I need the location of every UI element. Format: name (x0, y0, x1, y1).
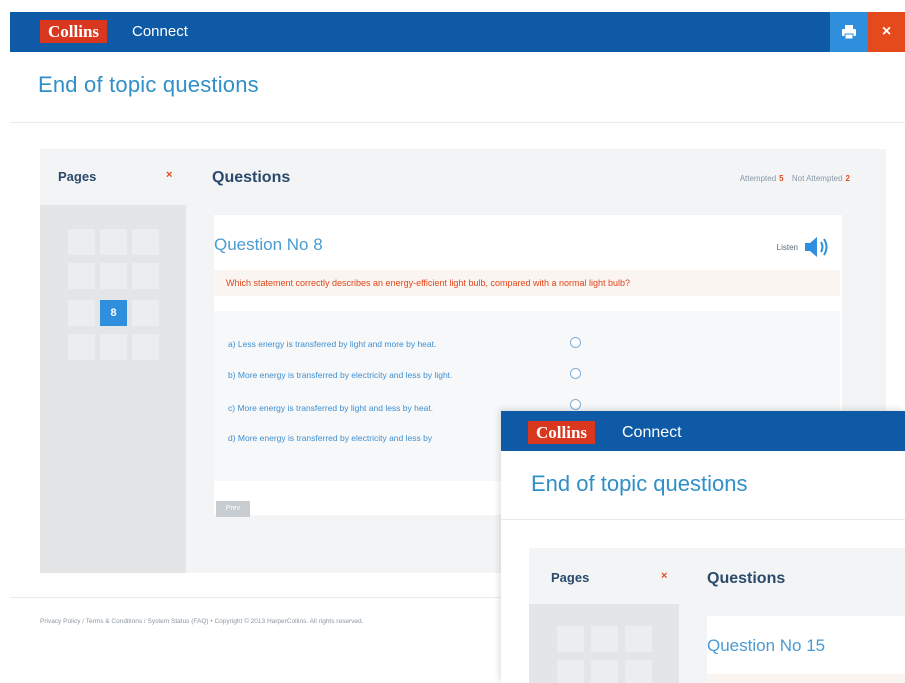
answer-option-c[interactable]: c) More energy is transferred by light a… (228, 403, 433, 413)
front-quiz-panel: Pages × Questions Question No 15 We are … (529, 548, 905, 683)
page-cell-active[interactable]: 8 (100, 300, 127, 326)
listen-label[interactable]: Listen (777, 243, 798, 252)
page-cell[interactable] (591, 626, 618, 652)
top-bar: Collins Connect × (10, 12, 905, 52)
front-questions-heading: Questions (707, 570, 786, 587)
page-cell[interactable] (625, 660, 652, 683)
attempted-label: Attempted (739, 174, 777, 183)
front-top-bar: Collins Connect (501, 411, 905, 451)
answer-option-b[interactable]: b) More energy is transferred by electri… (228, 370, 452, 380)
front-pages-close-icon[interactable]: × (661, 570, 667, 582)
page-cell[interactable] (68, 229, 95, 255)
page-cell[interactable] (68, 263, 95, 289)
pages-header: Pages × (40, 149, 186, 205)
product-name: Connect (132, 23, 188, 40)
page-cell[interactable] (68, 334, 95, 360)
footer-links[interactable]: Privacy Policy / Terms & Conditions / Sy… (40, 618, 363, 625)
question-text: Which statement correctly describes an e… (214, 270, 840, 296)
collins-logo: Collins (40, 20, 108, 43)
page-cell[interactable] (132, 334, 159, 360)
attempt-status: Attempted 5 Not Attempted 2 (740, 174, 856, 183)
answer-option-a[interactable]: a) Less energy is transferred by light a… (228, 339, 436, 349)
front-collins-logo: Collins (528, 421, 596, 444)
pages-grid: 8 (40, 205, 186, 573)
page-cell[interactable] (132, 263, 159, 289)
page-cell[interactable] (100, 229, 127, 255)
page-cell[interactable] (591, 660, 618, 683)
page-title: End of topic questions (38, 72, 259, 97)
page-cell[interactable] (100, 263, 127, 289)
prev-button[interactable]: Prev (216, 501, 250, 517)
page-cell[interactable] (132, 300, 159, 326)
question-number: Question No 8 (214, 235, 323, 254)
close-button[interactable]: × (868, 12, 905, 52)
front-question-text: We are looking for the best exp (707, 674, 905, 683)
front-window: Collins Connect End of topic questions P… (501, 411, 905, 683)
answer-option-d[interactable]: d) More energy is transferred by electri… (228, 433, 432, 443)
answer-radio-c[interactable] (570, 399, 581, 410)
front-product-name: Connect (622, 424, 682, 441)
page-cell[interactable] (100, 334, 127, 360)
speaker-icon[interactable] (802, 233, 832, 261)
answer-radio-a[interactable] (570, 337, 581, 348)
front-pages-label: Pages (551, 570, 590, 585)
questions-heading: Questions (212, 169, 291, 186)
attempted-count: 5 (779, 174, 784, 183)
page-cell[interactable] (557, 626, 584, 652)
front-question-card: Question No 15 We are looking for the be… (707, 616, 905, 683)
printer-icon (842, 25, 856, 40)
page-cell[interactable] (132, 229, 159, 255)
pages-close-icon[interactable]: × (166, 169, 172, 181)
not-attempted-count: 2 (845, 174, 850, 183)
front-title-divider (501, 519, 905, 520)
pages-label: Pages (58, 169, 97, 184)
title-divider (10, 122, 905, 123)
not-attempted-label: Not Attempted (791, 174, 843, 183)
front-pages-grid (529, 604, 679, 683)
page-cell[interactable] (68, 300, 95, 326)
front-question-number: Question No 15 (707, 636, 826, 655)
close-icon: × (881, 23, 892, 40)
page-cell[interactable] (625, 626, 652, 652)
page-cell[interactable] (557, 660, 584, 683)
front-page-title: End of topic questions (531, 471, 748, 496)
answer-radio-b[interactable] (570, 368, 581, 379)
print-button[interactable] (830, 12, 868, 52)
